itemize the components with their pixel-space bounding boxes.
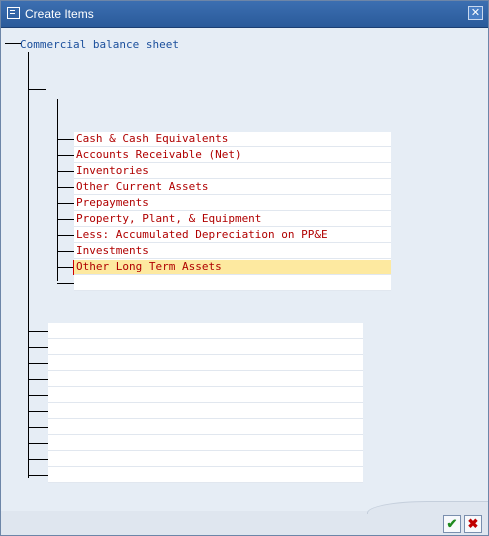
tree-item[interactable]: Investments xyxy=(74,244,391,259)
tree-connector xyxy=(28,331,48,332)
empty-item-row[interactable] xyxy=(48,435,363,451)
tree-item[interactable]: Prepayments xyxy=(74,196,391,211)
tree-connector xyxy=(28,427,48,428)
tree-connector xyxy=(28,347,48,348)
tree-item[interactable]: Property, Plant, & Equipment xyxy=(74,212,391,227)
tree-root-label[interactable]: Commercial balance sheet xyxy=(20,38,179,52)
window-title: Create Items xyxy=(25,7,94,21)
empty-item-row[interactable] xyxy=(48,419,363,435)
create-items-dialog: Create Items ✕ Commercial balance sheet … xyxy=(0,0,489,536)
empty-item-row[interactable] xyxy=(48,323,363,339)
empty-item-row[interactable] xyxy=(48,451,363,467)
tree-item-selected[interactable]: Other Long Term Assets xyxy=(74,260,391,275)
tree-connector xyxy=(57,187,75,188)
close-icon[interactable]: ✕ xyxy=(468,6,483,20)
empty-item-row[interactable] xyxy=(48,387,363,403)
tree-connector xyxy=(57,203,75,204)
tree-item[interactable]: Cash & Cash Equivalents xyxy=(74,132,391,147)
tree-connector xyxy=(57,219,75,220)
tree-connector xyxy=(28,52,29,478)
title-bar: Create Items ✕ xyxy=(1,1,488,28)
tree-connector xyxy=(28,89,46,90)
tree-item[interactable]: Accounts Receivable (Net) xyxy=(74,148,391,163)
tree-connector xyxy=(5,43,21,44)
tree-connector xyxy=(57,139,75,140)
tree-connector xyxy=(57,283,75,284)
empty-item-row[interactable] xyxy=(48,355,363,371)
tree-connector xyxy=(28,395,48,396)
tree-connector xyxy=(57,171,75,172)
cancel-x-icon: ✖ xyxy=(467,516,479,531)
footer-bar: ✔ ✖ xyxy=(1,501,488,535)
empty-item-row[interactable] xyxy=(48,371,363,387)
tree-connector xyxy=(28,379,48,380)
tree-connector xyxy=(28,443,48,444)
tree-item[interactable]: Other Current Assets xyxy=(74,180,391,195)
empty-item-row[interactable] xyxy=(48,403,363,419)
window-icon xyxy=(7,7,20,19)
tree-connector xyxy=(57,251,75,252)
empty-item-row[interactable] xyxy=(48,467,363,483)
checkmark-icon: ✔ xyxy=(446,516,458,531)
tree-connector xyxy=(57,155,75,156)
tree-view: Commercial balance sheet Cash & Cash Equ… xyxy=(1,27,488,511)
tree-item[interactable]: Less: Accumulated Depreciation on PP&E xyxy=(74,228,391,243)
confirm-button[interactable]: ✔ xyxy=(443,515,461,533)
tree-item[interactable]: Inventories xyxy=(74,164,391,179)
tree-connector xyxy=(28,411,48,412)
cancel-button[interactable]: ✖ xyxy=(464,515,482,533)
empty-item-row[interactable] xyxy=(48,339,363,355)
tree-connector xyxy=(28,475,48,476)
tree-connector xyxy=(28,459,48,460)
tree-connector xyxy=(28,363,48,364)
tree-connector xyxy=(57,99,58,281)
tree-connector xyxy=(57,235,75,236)
tree-item-empty[interactable] xyxy=(74,276,391,291)
